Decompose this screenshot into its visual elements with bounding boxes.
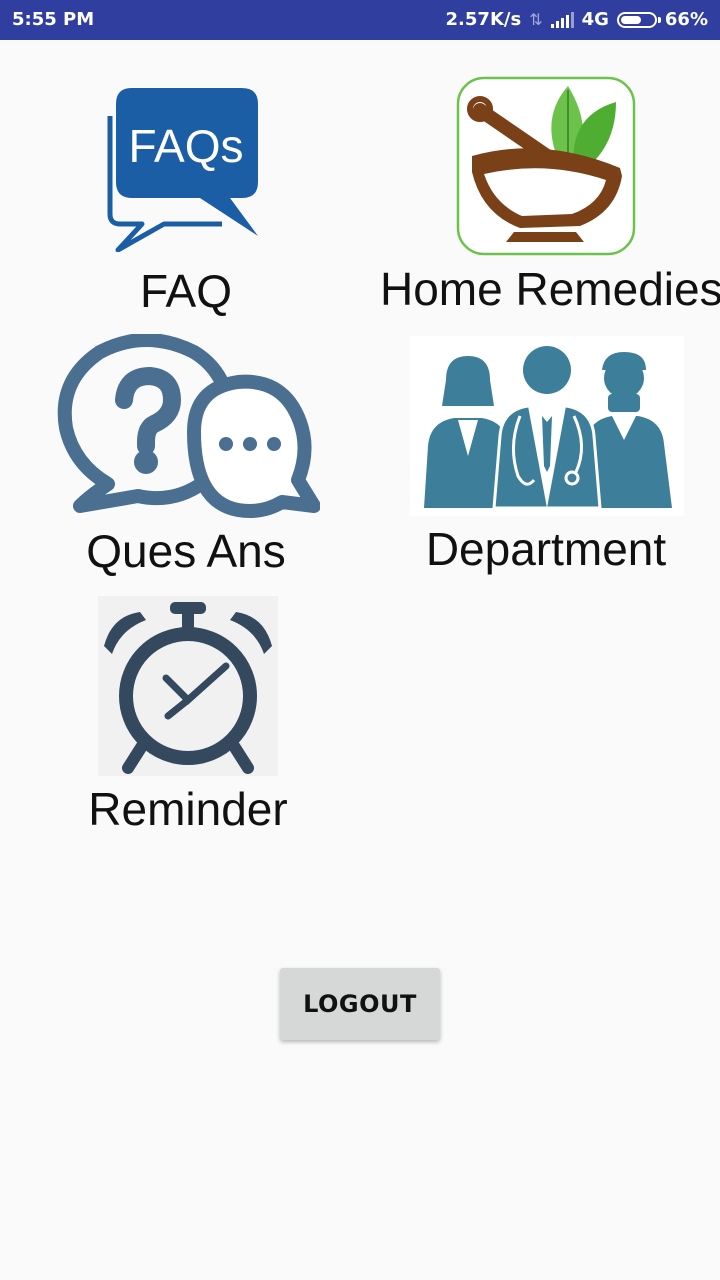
battery-percent: 66% [664, 9, 708, 30]
network-speed: 2.57K/s [445, 9, 522, 30]
status-indicators: 2.57K/s ⇅ 4G 66% [446, 9, 708, 30]
ques-ans-tile[interactable]: Ques Ans [50, 334, 324, 582]
status-time: 5:55 PM [12, 9, 95, 30]
data-transfer-icon: ⇅ [529, 10, 543, 29]
faq-tile[interactable]: FAQs FAQ [60, 80, 320, 320]
question-chat-bubbles-icon [57, 334, 320, 518]
home-remedies-tile[interactable]: Home Remedies [380, 74, 720, 320]
reminder-label: Reminder [88, 783, 288, 835]
alarm-clock-icon [98, 596, 278, 776]
ques-ans-label: Ques Ans [86, 525, 286, 577]
network-type: 4G [581, 9, 609, 30]
department-label: Department [425, 523, 667, 575]
signal-icon [550, 11, 574, 28]
home-remedies-label: Home Remedies [380, 263, 720, 315]
reminder-tile[interactable]: Reminder [70, 596, 310, 840]
faq-label: FAQ [139, 265, 233, 317]
mortar-pestle-herb-icon [456, 76, 636, 256]
faq-speech-bubble-icon: FAQs [107, 88, 258, 252]
faq-icon-text: FAQs [128, 120, 243, 172]
status-bar: 5:55 PM 2.57K/s ⇅ 4G 66% [0, 0, 720, 40]
medical-staff-icon [410, 336, 684, 516]
logout-button[interactable]: LOGOUT [280, 968, 440, 1040]
department-tile[interactable]: Department [400, 334, 700, 578]
battery-icon [616, 11, 661, 28]
